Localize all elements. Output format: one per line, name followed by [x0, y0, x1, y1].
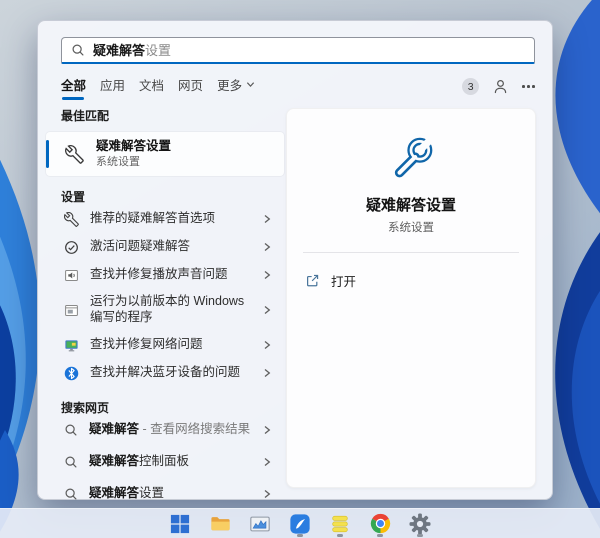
- best-match-subtitle: 系统设置: [96, 156, 140, 168]
- settings-result-row[interactable]: 查找并修复网络问题: [46, 331, 284, 359]
- preview-subtitle: 系统设置: [388, 222, 434, 234]
- chrome-button[interactable]: [364, 509, 396, 538]
- chevron-right-icon: [264, 489, 271, 499]
- running-indicator: [297, 533, 303, 537]
- settings-result-row[interactable]: 查找并解决蓝牙设备的问题: [46, 359, 284, 387]
- search-flyout: 疑难解答设置 全部 应用 文档 网页 更多 3 最佳匹配 疑难解答设置 系统设置…: [37, 20, 553, 500]
- preview-pane: 疑难解答设置 系统设置 打开: [286, 108, 536, 488]
- user-icon: [495, 80, 507, 94]
- legacy-app-icon: [65, 304, 78, 316]
- settings-result-row[interactable]: 查找并修复播放声音问题: [46, 261, 284, 289]
- search-suggestion-text: 设置: [145, 43, 172, 58]
- settings-result-row[interactable]: 运行为以前版本的 Windows 编写的程序: [46, 289, 284, 331]
- performance-monitor-icon: [250, 516, 270, 531]
- settings-section-header: 设置: [61, 190, 86, 204]
- preview-divider: [303, 252, 519, 253]
- preview-title: 疑难解答设置: [365, 197, 456, 214]
- chevron-right-icon: [264, 340, 271, 350]
- settings-result-row[interactable]: 激活问题疑难解答: [46, 233, 284, 261]
- web-search-result-row[interactable]: 疑难解答 - 查看网络搜索结果: [46, 416, 284, 444]
- search-icon: [65, 488, 77, 500]
- running-indicator: [337, 533, 343, 537]
- check-circle-icon: [65, 240, 78, 254]
- network-icon: [65, 339, 78, 351]
- search-icon: [65, 456, 77, 468]
- stacked-disks-app-button[interactable]: [324, 509, 356, 538]
- chevron-right-icon: [264, 368, 271, 378]
- web-search-result-row[interactable]: 疑难解答设置: [46, 480, 284, 508]
- bluetooth-icon: [64, 366, 79, 380]
- blue-arrow-app-icon: [290, 513, 310, 534]
- open-action[interactable]: 打开: [303, 268, 519, 293]
- tab-apps[interactable]: 应用: [100, 75, 125, 99]
- running-indicator: [377, 533, 383, 537]
- chevron-right-icon: [264, 214, 271, 224]
- web-search-result-row[interactable]: 疑难解答控制面板: [46, 448, 284, 476]
- open-label: 打开: [331, 275, 357, 289]
- start-button[interactable]: [164, 509, 196, 538]
- chevron-down-icon: [246, 81, 255, 87]
- tab-all[interactable]: 全部: [61, 75, 86, 100]
- blue-arrow-app-button[interactable]: [284, 509, 316, 538]
- chrome-icon: [370, 513, 390, 534]
- stacked-disks-icon: [332, 515, 348, 532]
- results-area: 最佳匹配 疑难解答设置 系统设置 设置 推荐的疑难解答首选项 激活问题疑难解答 …: [38, 108, 552, 508]
- results-list: 最佳匹配 疑难解答设置 系统设置 设置 推荐的疑难解答首选项 激活问题疑难解答 …: [46, 108, 284, 508]
- chevron-right-icon: [264, 425, 271, 435]
- running-indicator: [417, 533, 423, 537]
- web-search-section-header: 搜索网页: [61, 401, 110, 415]
- more-options-button[interactable]: [522, 85, 535, 88]
- wrench-icon: [394, 132, 436, 178]
- tab-more[interactable]: 更多: [217, 75, 255, 99]
- rewards-badge[interactable]: 3: [462, 78, 480, 95]
- chevron-right-icon: [264, 457, 271, 467]
- file-explorer-button[interactable]: [204, 509, 236, 538]
- folder-icon: [210, 517, 230, 531]
- external-link-icon: [307, 274, 319, 287]
- best-match-title: 疑难解答设置: [96, 139, 172, 153]
- wrench-icon: [64, 211, 79, 227]
- tab-documents[interactable]: 文档: [139, 75, 164, 99]
- gear-icon: [409, 513, 431, 534]
- best-match-header: 最佳匹配: [61, 109, 110, 123]
- chevron-right-icon: [264, 270, 271, 280]
- more-options-icon: [522, 85, 535, 88]
- search-icon: [72, 44, 84, 56]
- tab-web[interactable]: 网页: [178, 75, 203, 99]
- search-query-text: 疑难解答: [93, 43, 146, 58]
- settings-button[interactable]: [404, 509, 436, 538]
- performance-monitor-button[interactable]: [244, 509, 276, 538]
- search-icon: [65, 424, 77, 436]
- user-account-button[interactable]: [492, 78, 509, 95]
- windows-logo-icon: [170, 514, 190, 533]
- taskbar: [0, 508, 600, 538]
- audio-window-icon: [65, 269, 78, 281]
- wrench-icon: [65, 144, 84, 164]
- settings-result-row[interactable]: 推荐的疑难解答首选项: [46, 205, 284, 233]
- desktop: 疑难解答设置 全部 应用 文档 网页 更多 3 最佳匹配 疑难解答设置 系统设置…: [0, 0, 600, 538]
- search-tabs: 全部 应用 文档 网页 更多 3: [61, 75, 535, 100]
- search-input[interactable]: 疑难解答设置: [61, 37, 535, 64]
- chevron-right-icon: [264, 305, 271, 315]
- best-match-item[interactable]: 疑难解答设置 系统设置: [46, 132, 284, 176]
- chevron-right-icon: [264, 242, 271, 252]
